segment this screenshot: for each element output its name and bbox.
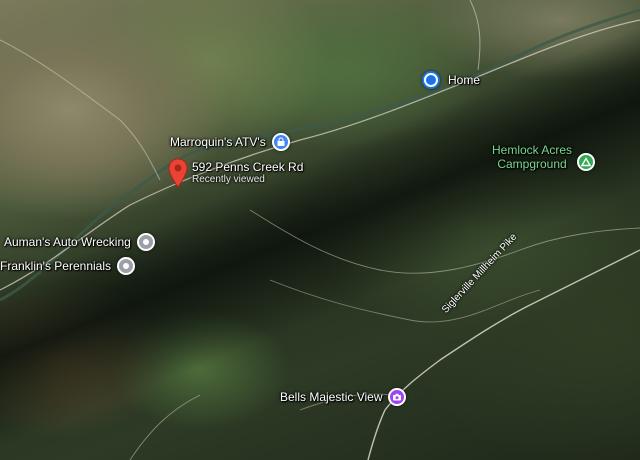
place-label-penns-creek: 592 Penns Creek Rd bbox=[192, 160, 304, 174]
camera-icon bbox=[388, 388, 407, 406]
place-marroquin[interactable]: Marroquin's ATV's bbox=[170, 133, 290, 151]
road-siglerville bbox=[367, 249, 640, 460]
road-north bbox=[469, 0, 481, 71]
place-bells[interactable]: Bells Majestic View bbox=[280, 388, 407, 406]
place-label-franklins: Franklin's Perennials bbox=[0, 259, 112, 273]
place-aumans[interactable]: Auman's Auto Wrecking bbox=[4, 233, 155, 251]
road-west bbox=[0, 39, 161, 181]
road-trail-2 bbox=[269, 279, 541, 323]
road-trail-1 bbox=[249, 209, 640, 274]
satellite-map[interactable]: Siglerville Millheim Pike Home Marroquin… bbox=[0, 0, 640, 460]
place-icon bbox=[117, 257, 136, 275]
place-label-aumans: Auman's Auto Wrecking bbox=[4, 235, 131, 249]
red-pin-icon bbox=[168, 158, 188, 188]
home-location-icon bbox=[422, 71, 440, 89]
place-icon bbox=[136, 233, 155, 251]
place-label-home: Home bbox=[448, 73, 481, 87]
place-franklins[interactable]: Franklin's Perennials bbox=[0, 257, 136, 275]
place-penns-creek[interactable]: 592 Penns Creek Rd Recently viewed bbox=[168, 158, 303, 193]
campground-icon bbox=[577, 153, 596, 171]
place-label-marroquin: Marroquin's ATV's bbox=[170, 135, 266, 149]
shopping-bag-icon bbox=[271, 133, 290, 151]
place-hemlock[interactable]: Hemlock Acres Campground bbox=[492, 143, 596, 171]
place-label-hemlock-line2: Campground bbox=[497, 157, 567, 171]
place-label-bells: Bells Majestic View bbox=[280, 390, 383, 404]
place-home[interactable]: Home bbox=[422, 71, 480, 89]
place-sublabel-penns-creek: Recently viewed bbox=[192, 174, 265, 185]
road-south bbox=[129, 394, 201, 460]
place-label-hemlock-line1: Hemlock Acres bbox=[492, 143, 573, 157]
